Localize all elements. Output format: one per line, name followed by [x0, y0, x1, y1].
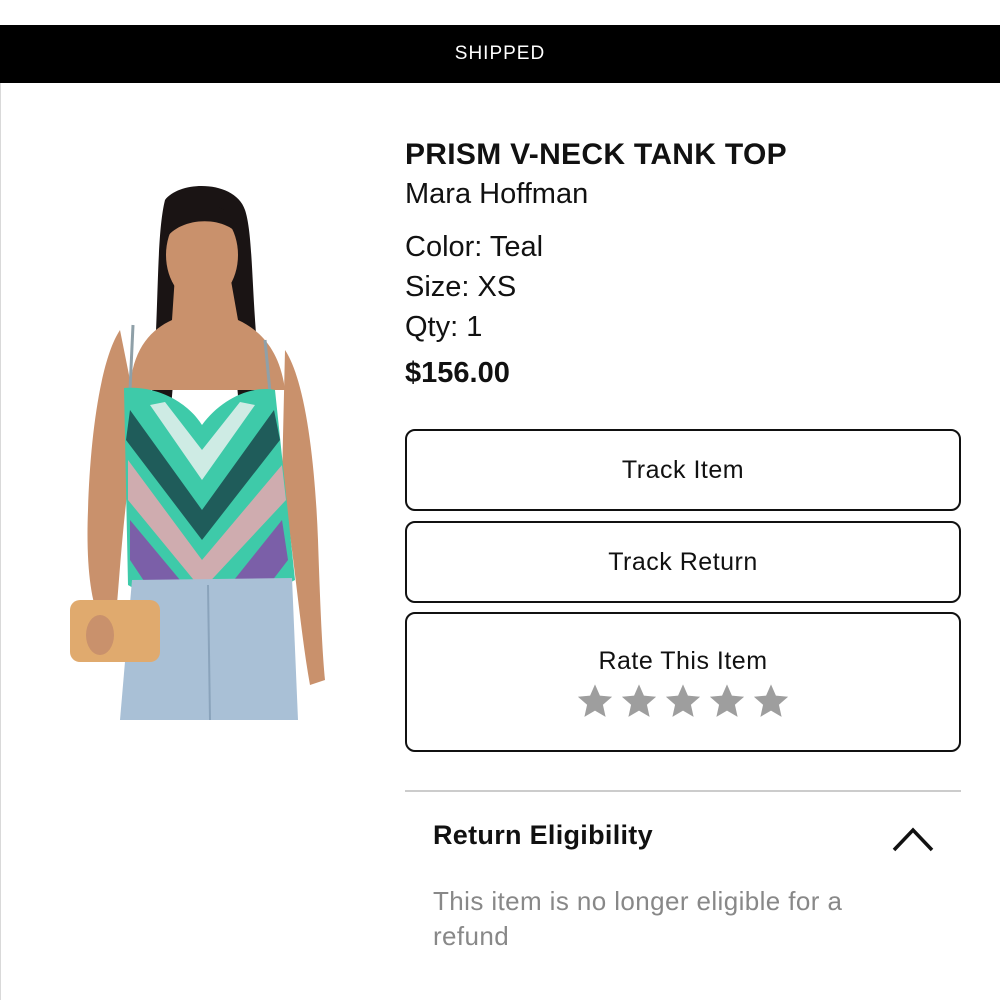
- product-details: PRISM V-NECK TANK TOP Mara Hoffman Color…: [405, 135, 965, 395]
- track-return-button[interactable]: Track Return: [405, 521, 961, 603]
- star-icon[interactable]: [708, 682, 746, 720]
- product-brand: Mara Hoffman: [405, 178, 589, 210]
- rate-item-label: Rate This Item: [598, 647, 768, 675]
- star-icon[interactable]: [620, 682, 658, 720]
- product-title: PRISM V-NECK TANK TOP: [405, 138, 787, 171]
- status-banner-text: SHIPPED: [454, 43, 546, 64]
- chevron-up-icon[interactable]: [890, 822, 936, 854]
- product-color: Color: Teal: [405, 231, 544, 263]
- product-qty: Qty: 1: [405, 311, 483, 343]
- product-photo: [60, 180, 350, 720]
- status-banner: SHIPPED: [0, 25, 1000, 83]
- star-icon[interactable]: [664, 682, 702, 720]
- product-size: Size: XS: [405, 271, 517, 303]
- track-item-button[interactable]: Track Item: [405, 429, 961, 511]
- star-icon[interactable]: [576, 682, 614, 720]
- rate-item-button[interactable]: Rate This Item: [405, 612, 961, 752]
- star-rating[interactable]: [576, 682, 790, 720]
- product-price: $156.00: [405, 357, 510, 389]
- left-edge-rule: [0, 83, 1, 1000]
- return-eligibility-message: This item is no longer eligible for a re…: [433, 886, 843, 951]
- star-icon[interactable]: [752, 682, 790, 720]
- section-divider: [405, 790, 961, 792]
- return-eligibility-title: Return Eligibility: [433, 820, 653, 850]
